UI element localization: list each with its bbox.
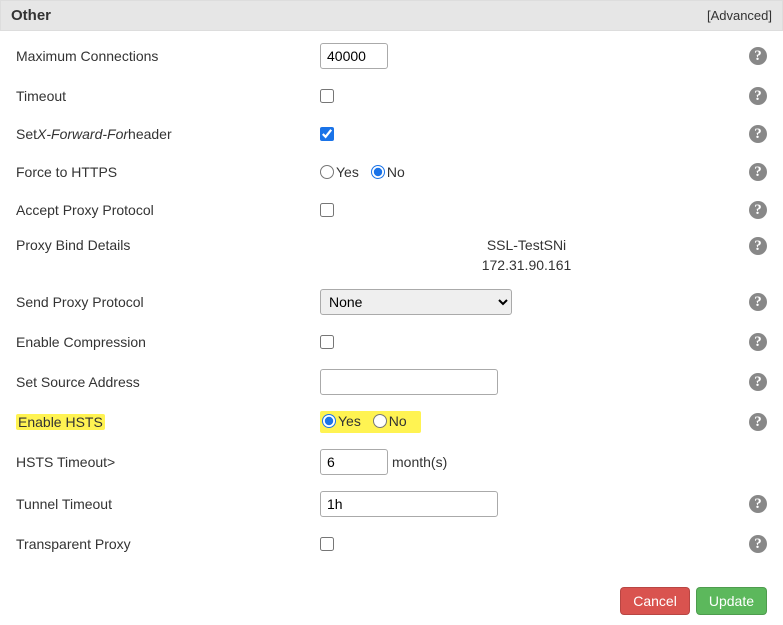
input-hsts-timeout[interactable] xyxy=(320,449,388,475)
row-tunnel-timeout: Tunnel Timeout ? xyxy=(0,483,783,525)
checkbox-timeout[interactable] xyxy=(320,89,334,103)
help-icon[interactable]: ? xyxy=(749,535,767,553)
row-transparent-proxy: Transparent Proxy ? xyxy=(0,525,783,563)
select-send-proxy[interactable]: None xyxy=(320,289,512,315)
help-icon[interactable]: ? xyxy=(749,373,767,391)
row-proxy-bind: Proxy Bind Details SSL-TestSNi 172.31.90… xyxy=(0,229,783,281)
cancel-button[interactable]: Cancel xyxy=(620,587,690,615)
input-tunnel-timeout[interactable] xyxy=(320,491,498,517)
help-icon[interactable]: ? xyxy=(749,87,767,105)
label-set-source: Set Source Address xyxy=(0,374,320,390)
row-hsts-timeout: HSTS Timeout> month(s) xyxy=(0,441,783,483)
radio-force-https-yes-wrap[interactable]: Yes xyxy=(320,164,359,180)
form-body: Maximum Connections ? Timeout ? Set X-Fo… xyxy=(0,31,783,577)
proxy-bind-line1: SSL-TestSNi xyxy=(487,237,566,253)
footer-actions: Cancel Update xyxy=(0,577,783,625)
label-proxy-bind: Proxy Bind Details xyxy=(0,237,320,253)
checkbox-enable-compression[interactable] xyxy=(320,335,334,349)
radio-hsts-yes-wrap[interactable]: Yes xyxy=(322,413,361,429)
help-icon[interactable]: ? xyxy=(749,163,767,181)
checkbox-xff[interactable] xyxy=(320,127,334,141)
label-max-connections: Maximum Connections xyxy=(0,48,320,64)
update-button[interactable]: Update xyxy=(696,587,767,615)
section-title: Other xyxy=(11,7,51,24)
row-xff: Set X-Forward-For header ? xyxy=(0,115,783,153)
label-xff-prefix: Set xyxy=(16,126,37,142)
help-icon[interactable]: ? xyxy=(749,495,767,513)
help-icon[interactable]: ? xyxy=(749,125,767,143)
label-xff-italic: X-Forward-For xyxy=(37,126,128,142)
row-send-proxy: Send Proxy Protocol None ? xyxy=(0,281,783,323)
label-enable-compression: Enable Compression xyxy=(0,334,320,350)
row-set-source: Set Source Address ? xyxy=(0,361,783,403)
advanced-toggle[interactable]: [Advanced] xyxy=(707,8,772,23)
help-icon[interactable]: ? xyxy=(749,201,767,219)
help-icon[interactable]: ? xyxy=(749,47,767,65)
label-hsts-timeout: HSTS Timeout> xyxy=(0,454,320,470)
input-max-connections[interactable] xyxy=(320,43,388,69)
checkbox-transparent-proxy[interactable] xyxy=(320,537,334,551)
help-icon[interactable]: ? xyxy=(749,333,767,351)
radio-hsts-yes[interactable] xyxy=(322,414,336,428)
label-xff: Set X-Forward-For header xyxy=(0,126,320,142)
help-icon[interactable]: ? xyxy=(749,413,767,431)
radio-hsts-no-wrap[interactable]: No xyxy=(373,413,407,429)
radio-hsts-no[interactable] xyxy=(373,414,387,428)
row-enable-compression: Enable Compression ? xyxy=(0,323,783,361)
section-header: Other [Advanced] xyxy=(0,0,783,31)
input-set-source[interactable] xyxy=(320,369,498,395)
label-timeout: Timeout xyxy=(0,88,320,104)
radio-force-https-yes[interactable] xyxy=(320,165,334,179)
label-transparent-proxy: Transparent Proxy xyxy=(0,536,320,552)
label-xff-suffix: header xyxy=(128,126,172,142)
label-tunnel-timeout: Tunnel Timeout xyxy=(0,496,320,512)
row-timeout: Timeout ? xyxy=(0,77,783,115)
row-accept-proxy: Accept Proxy Protocol ? xyxy=(0,191,783,229)
label-send-proxy: Send Proxy Protocol xyxy=(0,294,320,310)
row-enable-hsts: Enable HSTS Yes No ? xyxy=(0,403,783,441)
radio-force-https-no-wrap[interactable]: No xyxy=(371,164,405,180)
help-icon[interactable]: ? xyxy=(749,293,767,311)
radio-force-https-no[interactable] xyxy=(371,165,385,179)
proxy-bind-line2: 172.31.90.161 xyxy=(482,257,572,273)
checkbox-accept-proxy[interactable] xyxy=(320,203,334,217)
label-enable-hsts: Enable HSTS xyxy=(0,414,320,430)
row-force-https: Force to HTTPS Yes No ? xyxy=(0,153,783,191)
hsts-radio-highlight: Yes No xyxy=(320,411,421,433)
hsts-timeout-unit: month(s) xyxy=(392,454,447,470)
label-accept-proxy: Accept Proxy Protocol xyxy=(0,202,320,218)
row-max-connections: Maximum Connections ? xyxy=(0,35,783,77)
label-force-https: Force to HTTPS xyxy=(0,164,320,180)
help-icon[interactable]: ? xyxy=(749,237,767,255)
